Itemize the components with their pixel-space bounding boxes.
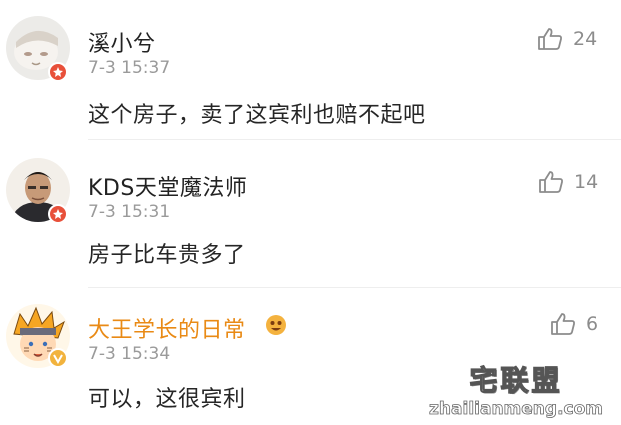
- like-count: 6: [586, 313, 599, 335]
- watermark-url: zhailianmeng.com: [429, 399, 604, 420]
- like-button[interactable]: 14: [538, 170, 598, 194]
- thumbs-up-icon: [538, 170, 564, 194]
- comment-time: 7-3 15:34: [88, 344, 171, 364]
- comment-item: KDS天堂魔法师 7-3 15:31 房子比车贵多了 14: [0, 140, 621, 288]
- verified-badge-icon: [48, 62, 68, 82]
- like-count: 14: [574, 171, 599, 193]
- like-button[interactable]: 24: [537, 27, 597, 51]
- thumbs-up-icon: [537, 27, 563, 51]
- comment-item: 溪小兮 7-3 15:37 这个房子，卖了这宾利也赔不起吧 24: [0, 0, 621, 140]
- username[interactable]: 溪小兮: [88, 26, 156, 58]
- username[interactable]: KDS天堂魔法师: [88, 170, 247, 202]
- like-count: 24: [573, 28, 598, 50]
- like-button[interactable]: 6: [550, 312, 598, 336]
- verified-badge-icon: [48, 204, 68, 224]
- comment-time: 7-3 15:37: [88, 58, 171, 78]
- comment-text: 可以，这很宾利: [88, 387, 246, 412]
- comment-text: 房子比车贵多了: [88, 243, 246, 268]
- username[interactable]: 大王学长的日常: [88, 312, 246, 344]
- thumbs-up-icon: [550, 312, 576, 336]
- comment-time: 7-3 15:31: [88, 202, 171, 222]
- fan-medal-icon: [265, 314, 287, 336]
- watermark-logo: 宅联盟: [469, 363, 563, 397]
- watermark: 宅联盟 zhailianmeng.com: [429, 359, 604, 420]
- verified-badge-icon: [48, 348, 68, 368]
- comment-text: 这个房子，卖了这宾利也赔不起吧: [88, 103, 426, 128]
